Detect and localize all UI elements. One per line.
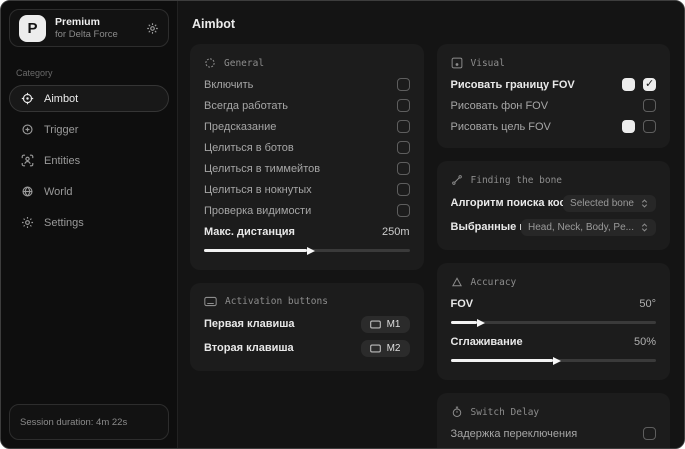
slider-value: 50° bbox=[639, 297, 656, 310]
keyboard-icon bbox=[204, 296, 217, 307]
panel-title: General bbox=[224, 57, 265, 69]
bone-icon bbox=[451, 174, 463, 186]
gear-icon[interactable] bbox=[146, 22, 159, 35]
color-swatch[interactable] bbox=[622, 78, 635, 91]
sidebar-item-label: Settings bbox=[44, 216, 84, 229]
keybind-button-m2[interactable]: M2 bbox=[360, 339, 410, 357]
select-value: Head, Neck, Body, Pe... bbox=[528, 221, 634, 233]
option-label: Всегда работать bbox=[204, 99, 289, 112]
globe-icon bbox=[20, 185, 34, 198]
option-label: Предсказание bbox=[204, 120, 277, 133]
checkbox[interactable] bbox=[643, 427, 656, 440]
panel-activation-buttons: Activation buttons Первая клавиша M1 Вто… bbox=[190, 283, 424, 371]
slider-label: FOV bbox=[450, 297, 474, 310]
sidebar-item-settings[interactable]: Settings bbox=[9, 209, 169, 236]
timer-icon bbox=[451, 406, 463, 418]
sidebar-item-aimbot[interactable]: Aimbot bbox=[9, 85, 169, 112]
checkbox[interactable] bbox=[396, 204, 410, 217]
keybind-button-m1[interactable]: M1 bbox=[360, 315, 410, 333]
settings-gear-icon bbox=[20, 216, 34, 229]
checkbox[interactable] bbox=[396, 78, 410, 91]
app-window: P Premium for Delta Force Category Aimbo… bbox=[0, 0, 685, 449]
person-scan-icon bbox=[20, 154, 34, 167]
panel-title: Visual bbox=[470, 57, 505, 69]
option-label: Рисовать фон FOV bbox=[450, 99, 549, 112]
sidebar-item-label: Aimbot bbox=[44, 92, 79, 105]
premium-card: P Premium for Delta Force bbox=[9, 9, 169, 47]
option-label: Рисовать границу FOV bbox=[450, 78, 575, 91]
slider-label: Сглаживание bbox=[450, 335, 523, 348]
option-label: Включить bbox=[204, 78, 254, 91]
checkbox[interactable] bbox=[396, 99, 410, 112]
selected-bones-select[interactable]: Head, Neck, Body, Pe... bbox=[521, 218, 656, 236]
panel-title: Accuracy bbox=[470, 276, 517, 288]
premium-subtitle: for Delta Force bbox=[55, 28, 118, 40]
trigger-icon bbox=[20, 123, 34, 136]
session-duration-label: Session duration: 4m 22s bbox=[20, 416, 128, 428]
slider-value: 50% bbox=[633, 335, 656, 348]
bone-algorithm-select[interactable]: Selected bone bbox=[563, 194, 656, 212]
session-duration: Session duration: 4m 22s bbox=[9, 404, 169, 440]
sidebar-item-world[interactable]: World bbox=[9, 178, 169, 205]
triangle-icon bbox=[451, 276, 463, 288]
keybind-label: Первая клавиша bbox=[204, 318, 295, 330]
checkbox[interactable] bbox=[396, 141, 410, 154]
unfold-icon bbox=[640, 198, 649, 208]
select-label: Выбранные кости bbox=[450, 221, 522, 233]
sidebar-nav: Aimbot Trigger Entities World Settings bbox=[1, 85, 177, 236]
option-label: Целиться в нокнутых bbox=[204, 183, 312, 196]
panel-accuracy: Accuracy FOV 50° Сглаживание 50% bbox=[436, 263, 670, 380]
category-label: Category bbox=[16, 68, 53, 78]
select-value: Selected bone bbox=[570, 197, 634, 209]
frame-eye-icon bbox=[451, 57, 463, 69]
option-label: Проверка видимости bbox=[204, 204, 312, 217]
checkbox[interactable] bbox=[643, 99, 656, 112]
panel-finding-the-bone: Finding the bone Алгоритм поиска костей … bbox=[436, 161, 670, 250]
max-distance-slider[interactable] bbox=[204, 249, 410, 252]
option-label: Целиться в тиммейтов bbox=[204, 162, 321, 175]
unfold-icon bbox=[640, 222, 649, 232]
mouse-key-icon bbox=[369, 344, 381, 353]
keybind-value: M2 bbox=[386, 342, 401, 354]
sidebar-item-trigger[interactable]: Trigger bbox=[9, 116, 169, 143]
panel-title: Switch Delay bbox=[470, 406, 540, 418]
panel-title: Activation buttons bbox=[225, 296, 328, 307]
panel-switch-delay: Switch Delay Задержка переключения Задер… bbox=[436, 393, 670, 448]
premium-title: Premium bbox=[55, 15, 100, 28]
sidebar-item-label: World bbox=[44, 185, 73, 198]
main-content: Aimbot General Включить Всегда работать bbox=[178, 1, 684, 448]
crosshair-icon bbox=[20, 92, 34, 105]
sidebar-item-label: Trigger bbox=[44, 123, 79, 136]
option-label: Целиться в ботов bbox=[204, 141, 294, 154]
option-label: Задержка переключения bbox=[450, 427, 578, 440]
checkbox[interactable] bbox=[396, 120, 410, 133]
slider-value: 250m bbox=[381, 225, 410, 238]
panel-title: Finding the bone bbox=[470, 174, 563, 186]
sidebar-item-entities[interactable]: Entities bbox=[9, 147, 169, 174]
smoothing-slider[interactable] bbox=[450, 359, 656, 362]
scan-crosshair-icon bbox=[204, 57, 216, 69]
checkbox[interactable] bbox=[396, 183, 410, 196]
panel-general: General Включить Всегда работать Предска… bbox=[190, 44, 424, 270]
fov-slider[interactable] bbox=[450, 321, 656, 324]
sidebar-item-label: Entities bbox=[44, 154, 81, 167]
panel-visual: Visual Рисовать границу FOV Рисовать фон… bbox=[436, 44, 670, 148]
sidebar: P Premium for Delta Force Category Aimbo… bbox=[1, 1, 178, 448]
slider-label: Макс. дистанция bbox=[204, 225, 295, 238]
keybind-value: M1 bbox=[386, 318, 401, 330]
page-title: Aimbot bbox=[192, 17, 236, 31]
checkbox[interactable] bbox=[396, 162, 410, 175]
keybind-label: Вторая клавиша bbox=[204, 342, 294, 354]
color-swatch[interactable] bbox=[622, 120, 635, 133]
option-label: Рисовать цель FOV bbox=[450, 120, 551, 133]
checkbox[interactable] bbox=[643, 77, 656, 91]
premium-logo: P bbox=[19, 14, 46, 42]
checkbox[interactable] bbox=[643, 120, 656, 133]
mouse-key-icon bbox=[369, 320, 381, 329]
select-label: Алгоритм поиска костей bbox=[450, 197, 564, 209]
